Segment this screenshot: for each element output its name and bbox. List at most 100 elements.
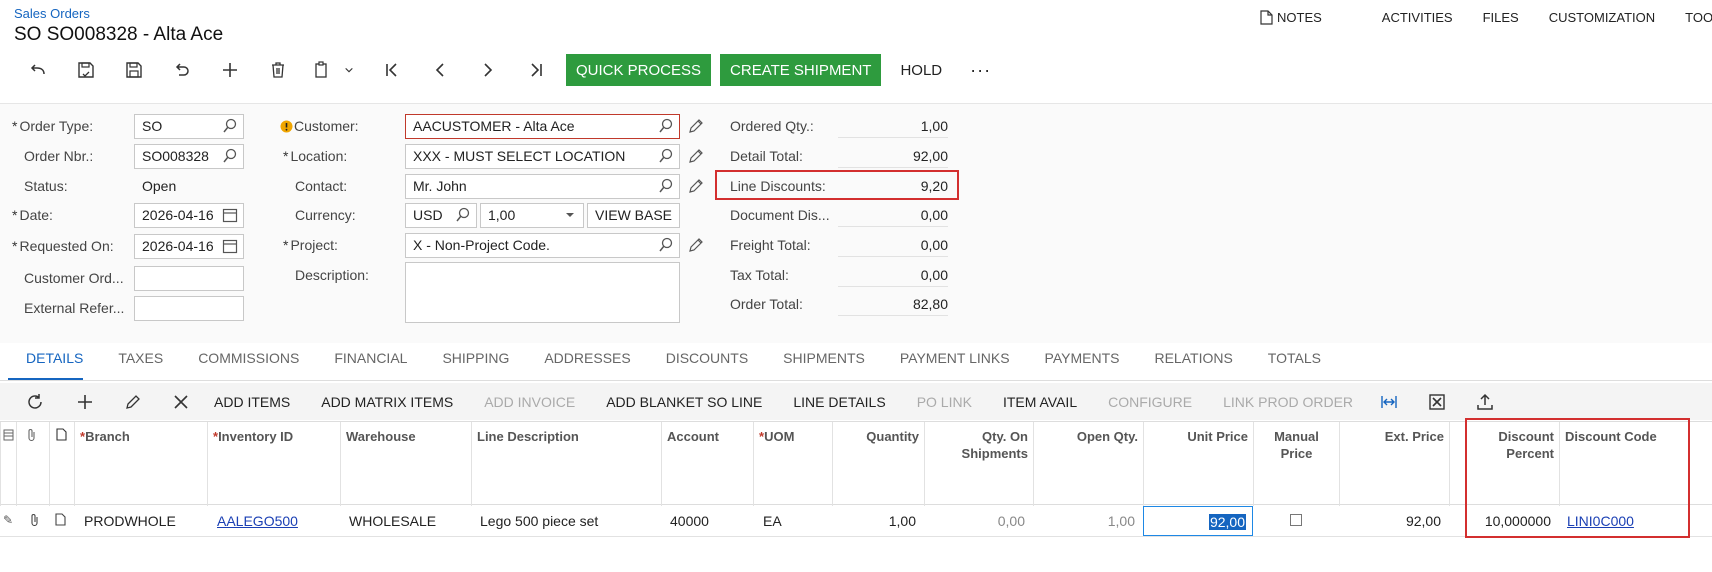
cell-ext-price[interactable]: 92,00 [1339,505,1449,537]
tab-payments[interactable]: PAYMENTS [1045,348,1120,380]
search-icon[interactable] [222,148,238,164]
description-field[interactable] [405,262,680,323]
col-line-description[interactable]: Line Description [471,422,661,506]
tab-details[interactable]: DETAILS [8,348,84,380]
previous-record-icon[interactable] [416,54,464,86]
add-matrix-items-button[interactable]: ADD MATRIX ITEMS [321,394,453,410]
col-open-qty[interactable]: Open Qty. [1033,422,1143,506]
note-icon[interactable] [49,505,74,537]
add-invoice-button[interactable]: ADD INVOICE [484,394,575,410]
breadcrumb[interactable]: Sales Orders [14,6,90,21]
col-warehouse[interactable]: Warehouse [340,422,471,506]
requested-on-field[interactable]: 2026-04-16 [134,234,244,259]
back-icon[interactable] [14,54,62,86]
search-icon[interactable] [455,207,471,223]
calendar-icon[interactable] [222,207,238,223]
link-prod-order-button[interactable]: LINK PROD ORDER [1223,394,1353,410]
customization-button[interactable]: CUSTOMIZATION [1549,10,1655,25]
location-field[interactable]: XXX - MUST SELECT LOCATION [405,144,680,169]
cell-branch[interactable]: PRODWHOLE [74,505,207,537]
files-button[interactable]: FILES [1483,10,1519,25]
currency-field[interactable]: USD [405,203,477,228]
table-row[interactable]: ✎ PRODWHOLE AALEGO500 WHOLESALE Lego 500… [0,505,1712,537]
next-record-icon[interactable] [464,54,512,86]
cell-quantity[interactable]: 1,00 [832,505,924,537]
tab-addresses[interactable]: ADDRESSES [544,348,630,380]
add-items-button[interactable]: ADD ITEMS [214,394,290,410]
tab-commissions[interactable]: COMMISSIONS [198,348,299,380]
cell-line-description[interactable]: Lego 500 piece set [471,505,661,537]
col-inventory-id[interactable]: *Inventory ID [207,422,340,506]
edit-icon[interactable] [688,237,704,253]
tools-button[interactable]: TOOLS [1685,10,1712,25]
search-icon[interactable] [658,148,674,164]
manual-price-checkbox[interactable] [1253,505,1339,537]
hold-button[interactable]: HOLD [890,62,952,79]
cell-account[interactable]: 40000 [661,505,753,537]
cell-warehouse[interactable]: WHOLESALE [340,505,471,537]
item-avail-button[interactable]: ITEM AVAIL [1003,394,1077,410]
tab-relations[interactable]: RELATIONS [1154,348,1232,380]
chevron-down-icon[interactable] [562,207,578,223]
tab-payment-links[interactable]: PAYMENT LINKS [900,348,1010,380]
col-branch[interactable]: *Branch [74,422,207,506]
date-field[interactable]: 2026-04-16 [134,203,244,228]
contact-field[interactable]: Mr. John [405,174,680,199]
delete-row-icon[interactable] [162,393,200,411]
col-uom[interactable]: *UOM [753,422,832,506]
line-details-button[interactable]: LINE DETAILS [793,394,885,410]
edit-icon[interactable] [688,118,704,134]
order-nbr-field[interactable]: SO008328 [134,144,244,169]
col-unit-price[interactable]: Unit Price [1143,422,1253,506]
tab-taxes[interactable]: TAXES [118,348,163,380]
tab-totals[interactable]: TOTALS [1268,348,1321,380]
add-icon[interactable] [206,54,254,86]
attachment-icon[interactable] [16,505,49,537]
chevron-down-icon[interactable] [342,54,356,86]
save-icon[interactable] [110,54,158,86]
copy-paste-icon[interactable] [302,54,342,86]
add-blanket-so-line-button[interactable]: ADD BLANKET SO LINE [606,394,762,410]
configure-button[interactable]: CONFIGURE [1108,394,1192,410]
refresh-icon[interactable] [16,393,54,411]
col-quantity[interactable]: Quantity [832,422,924,506]
upload-icon[interactable] [1466,393,1504,411]
currency-rate-select[interactable]: 1,00 [480,203,584,228]
col-account[interactable]: Account [661,422,753,506]
calendar-icon[interactable] [222,238,238,254]
col-manual-price[interactable]: Manual Price [1253,422,1339,506]
search-icon[interactable] [658,118,674,134]
search-icon[interactable] [658,178,674,194]
customer-field[interactable]: AACUSTOMER - Alta Ace [405,114,680,139]
undo-icon[interactable] [158,54,206,86]
cell-inventory-id[interactable]: AALEGO500 [207,505,340,537]
cell-uom[interactable]: EA [753,505,832,537]
delete-icon[interactable] [254,54,302,86]
row-selector-icon[interactable] [0,422,16,506]
project-field[interactable]: X - Non-Project Code. [405,233,680,258]
edit-icon[interactable] [688,178,704,194]
view-base-button[interactable]: VIEW BASE [587,203,680,228]
col-qty-on-shipments[interactable]: Qty. On Shipments [924,422,1033,506]
tab-financial[interactable]: FINANCIAL [334,348,407,380]
last-record-icon[interactable] [512,54,560,86]
add-row-icon[interactable] [66,393,104,411]
search-icon[interactable] [658,237,674,253]
notes-button[interactable]: NOTES [1260,10,1352,25]
save-and-close-icon[interactable] [62,54,110,86]
tab-discounts[interactable]: DISCOUNTS [666,348,748,380]
search-icon[interactable] [222,118,238,134]
edit-icon[interactable] [688,148,704,164]
po-link-button[interactable]: PO LINK [917,394,972,410]
more-actions-button[interactable]: ··· [962,60,999,81]
col-ext-price[interactable]: Ext. Price [1339,422,1449,506]
activities-button[interactable]: ACTIVITIES [1382,10,1453,25]
order-type-field[interactable]: SO [134,114,244,139]
tab-shipping[interactable]: SHIPPING [442,348,509,380]
tab-shipments[interactable]: SHIPMENTS [783,348,865,380]
quick-process-button[interactable]: QUICK PROCESS [566,54,712,86]
fit-columns-icon[interactable] [1370,393,1408,411]
export-excel-icon[interactable] [1418,393,1456,411]
row-edit-icon[interactable]: ✎ [0,505,16,537]
first-record-icon[interactable] [368,54,416,86]
